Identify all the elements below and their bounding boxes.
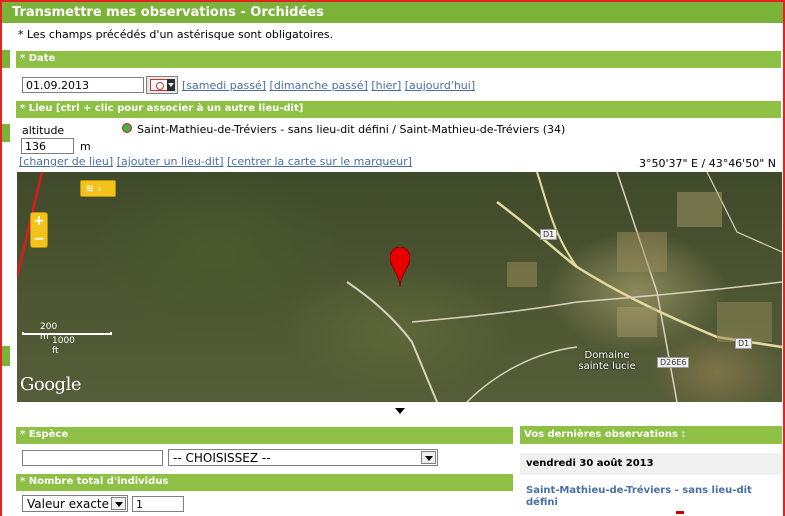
left-strip	[2, 50, 10, 68]
left-strip	[2, 346, 10, 366]
link-changer-de-lieu[interactable]: [changer de lieu]	[19, 155, 113, 168]
altitude-label: altitude	[22, 124, 65, 137]
species-search-field[interactable]	[22, 450, 163, 466]
count-type-value: Valeur exacte	[27, 497, 110, 511]
date-shortcuts: [samedi passé] [dimanche passé] [hier] […	[182, 79, 475, 92]
recent-observation-date: vendredi 30 août 2013	[520, 453, 782, 475]
place-label: Domaine sainte lucie	[578, 350, 636, 372]
recent-observation-place[interactable]: Saint-Mathieu-de-Tréviers - sans lieu-di…	[526, 485, 776, 509]
zoom-in-button[interactable]: +	[31, 213, 47, 231]
species-select-value: -- CHOISISSEZ --	[173, 451, 271, 465]
zoom-out-button[interactable]: −	[31, 231, 47, 249]
link-aujourdhui[interactable]: [aujourd'hui]	[405, 79, 475, 92]
zoom-control: + −	[30, 212, 48, 248]
google-logo: Google	[20, 374, 81, 395]
layers-icon: ≋ ›	[85, 182, 103, 195]
species-select[interactable]: -- CHOISISSEZ --	[168, 449, 438, 466]
date-field[interactable]	[22, 77, 144, 93]
section-date-header: * Date	[16, 51, 781, 68]
coordinates-readout: 3°50'37" E / 43°46'50" N	[638, 157, 776, 170]
required-note: * Les champs précédés d'un astérisque so…	[18, 28, 334, 41]
link-centrer-carte[interactable]: [centrer la carte sur le marqueur]	[227, 155, 412, 168]
chevron-down-icon[interactable]	[395, 408, 405, 414]
window-title: Transmettre mes observations - Orchidées	[2, 2, 783, 23]
chevron-down-icon	[167, 79, 175, 91]
chevron-down-icon	[111, 497, 126, 510]
calendar-icon	[150, 79, 168, 91]
section-lieu-header: * Lieu [ctrl + clic pour associer à un a…	[16, 101, 781, 118]
scale-bar	[22, 332, 112, 335]
altitude-field[interactable]	[21, 138, 74, 154]
link-dimanche-passe[interactable]: [dimanche passé]	[270, 79, 368, 92]
link-ajouter-lieu-dit[interactable]: [ajouter un lieu-dit]	[117, 155, 224, 168]
count-type-select[interactable]: Valeur exacte	[22, 495, 128, 512]
link-samedi-passe[interactable]: [samedi passé]	[182, 79, 266, 92]
marker-shape	[390, 247, 410, 287]
scale-feet: 1000 ft	[52, 336, 75, 356]
left-strip	[2, 124, 10, 142]
location-status-icon	[122, 123, 132, 133]
recent-observations-header: Vos dernières observations :	[520, 426, 782, 444]
road-label-d1: D1	[540, 229, 558, 240]
location-text: Saint-Mathieu-de-Tréviers - sans lieu-di…	[137, 123, 566, 136]
layers-button[interactable]: ≋ ›	[80, 180, 116, 197]
road-label-d26e6: D26E6	[657, 357, 690, 368]
section-espece-header: * Espèce	[16, 427, 513, 444]
scroll-marker	[676, 511, 684, 514]
link-hier[interactable]: [hier]	[371, 79, 401, 92]
count-field[interactable]	[132, 496, 184, 512]
road-label-d1: D1	[735, 338, 753, 349]
satellite-map[interactable]: ≋ › + − D1 D1 D26E6 Domaine sainte lucie…	[17, 172, 782, 402]
map-links: [changer de lieu] [ajouter un lieu-dit] …	[19, 155, 412, 168]
section-nombre-header: * Nombre total d'individus	[16, 474, 513, 491]
chevron-down-icon	[421, 451, 436, 464]
altitude-unit: m	[80, 140, 91, 153]
calendar-button[interactable]	[146, 76, 178, 94]
